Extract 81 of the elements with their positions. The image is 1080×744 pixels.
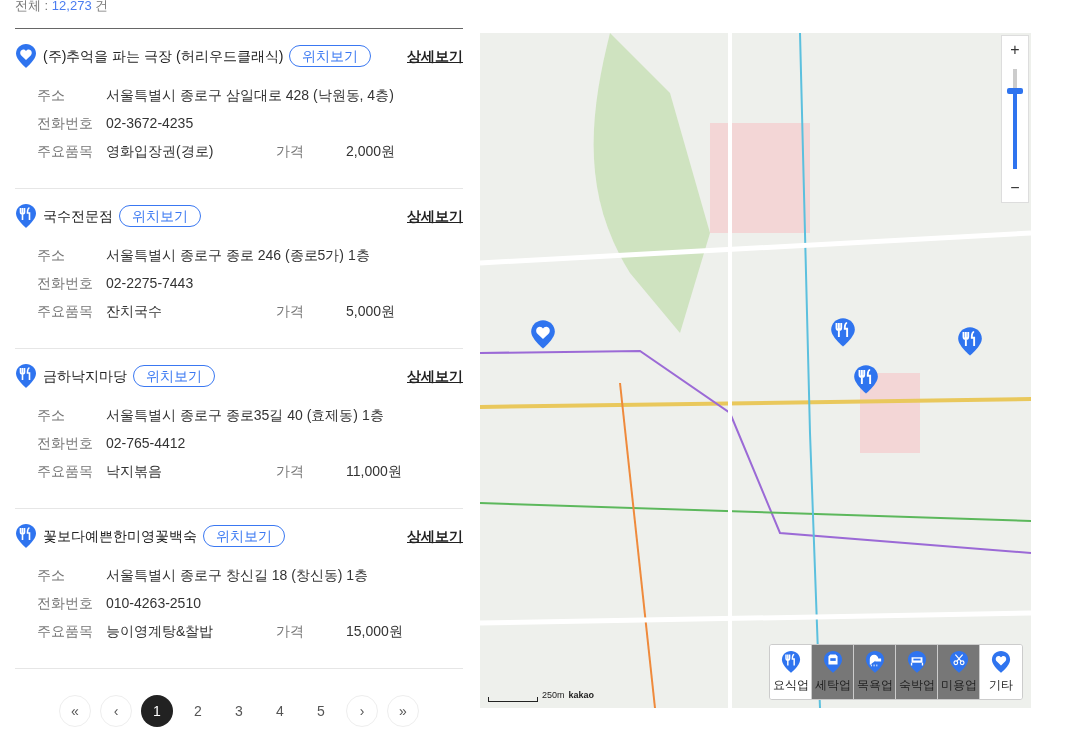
- total-count: 12,273: [51, 0, 92, 13]
- field-value: 능이영계탕&찰밥: [106, 621, 215, 641]
- scale-label: 250m: [542, 688, 565, 702]
- details-link[interactable]: 상세보기: [407, 365, 463, 387]
- map-marker-icon[interactable]: [957, 326, 983, 357]
- scale-bar: [488, 697, 538, 702]
- map-marker-icon[interactable]: [530, 319, 556, 350]
- field-label: 주요품목: [37, 141, 94, 161]
- field-value: 서울특별시 종로구 종로 246 (종로5가) 1층: [106, 245, 370, 265]
- field-value: 잔치국수: [106, 301, 163, 321]
- shower-pin-icon: [864, 649, 885, 674]
- locate-button[interactable]: 위치보기: [119, 205, 201, 227]
- bed-pin-icon: [906, 649, 927, 674]
- field-value: 영화입장권(경로): [106, 141, 215, 161]
- total-label: 전체 :: [15, 0, 50, 13]
- place-name: 꽃보다예쁜한미영꽃백숙: [43, 526, 197, 546]
- slider-thumb[interactable]: [1007, 88, 1023, 94]
- page-button[interactable]: 3: [223, 695, 255, 727]
- heart-pin-icon: [15, 43, 37, 69]
- field-label: 주요품목: [37, 461, 94, 481]
- field-value: 02-3672-4235: [106, 113, 194, 133]
- category-filter-button[interactable]: 목욕업: [854, 645, 896, 699]
- map-marker-icon[interactable]: [853, 364, 879, 395]
- field-label: 주소: [37, 85, 66, 105]
- locate-button[interactable]: 위치보기: [133, 365, 215, 387]
- zoom-slider[interactable]: [1007, 66, 1023, 172]
- category-filter-button[interactable]: 세탁업: [812, 645, 854, 699]
- field-label: 가격: [276, 301, 305, 321]
- locate-button[interactable]: 위치보기: [289, 45, 372, 67]
- place-name: 금하낙지마당: [43, 366, 127, 386]
- field-label: 전화번호: [37, 273, 94, 293]
- field-value: 낙지볶음: [106, 461, 163, 481]
- field-label: 전화번호: [37, 593, 94, 613]
- count-unit: 건: [94, 0, 109, 13]
- field-value: 5,000원: [346, 301, 396, 321]
- details-link[interactable]: 상세보기: [407, 45, 463, 67]
- field-label: 가격: [276, 141, 305, 161]
- category-filter-button[interactable]: 미용업: [938, 645, 980, 699]
- details-link[interactable]: 상세보기: [407, 525, 463, 547]
- page-button[interactable]: 2: [182, 695, 214, 727]
- map-view[interactable]: + − 250m kakao 요식업 세탁업 목욕업 숙박업 미용업 기타: [480, 33, 1031, 708]
- first-page-button[interactable]: «: [59, 695, 91, 727]
- field-value: 2,000원: [346, 141, 396, 161]
- fork-spoon-pin-icon: [15, 363, 37, 389]
- field-value: 02-765-4412: [106, 433, 186, 453]
- place-name: 국수전문점: [43, 206, 113, 226]
- field-value: 15,000원: [346, 621, 403, 641]
- map-brand: kakao: [568, 688, 595, 702]
- page-button[interactable]: 4: [264, 695, 296, 727]
- field-label: 주요품목: [37, 301, 94, 321]
- field-value: 02-2275-7443: [106, 273, 194, 293]
- fork-spoon-pin-icon: [780, 649, 801, 674]
- field-label: 주소: [37, 565, 66, 585]
- field-label: 주소: [37, 245, 66, 265]
- category-filter-button[interactable]: 숙박업: [896, 645, 938, 699]
- field-label: 가격: [276, 461, 305, 481]
- field-label: 전화번호: [37, 433, 94, 453]
- field-value: 서울특별시 종로구 삼일대로 428 (낙원동, 4층): [106, 85, 394, 105]
- field-value: 서울특별시 종로구 종로35길 40 (효제동) 1층: [106, 405, 384, 425]
- details-link[interactable]: 상세보기: [407, 205, 463, 227]
- scissors-pin-icon: [948, 649, 969, 674]
- page-button[interactable]: 5: [305, 695, 337, 727]
- category-filter-button[interactable]: 요식업: [770, 645, 812, 699]
- fork-spoon-pin-icon: [15, 523, 37, 549]
- locate-button[interactable]: 위치보기: [203, 525, 285, 547]
- place-name: (주)추억을 파는 극장 (허리우드클래식): [43, 46, 284, 66]
- next-page-button[interactable]: ›: [346, 695, 378, 727]
- last-page-button[interactable]: »: [387, 695, 419, 727]
- previous-page-button[interactable]: ‹: [100, 695, 132, 727]
- field-label: 가격: [276, 621, 305, 641]
- map-marker-icon[interactable]: [830, 317, 856, 348]
- field-value: 11,000원: [346, 461, 402, 481]
- field-value: 서울특별시 종로구 창신길 18 (창신동) 1층: [106, 565, 369, 585]
- field-value: 010-4263-2510: [106, 593, 201, 613]
- heart-pin-icon: [991, 649, 1011, 674]
- shirt-pin-icon: [822, 649, 843, 674]
- page-button[interactable]: 1: [141, 695, 173, 727]
- fork-spoon-pin-icon: [15, 203, 37, 229]
- field-label: 주요품목: [37, 621, 94, 641]
- field-label: 주소: [37, 405, 66, 425]
- field-label: 전화번호: [37, 113, 94, 133]
